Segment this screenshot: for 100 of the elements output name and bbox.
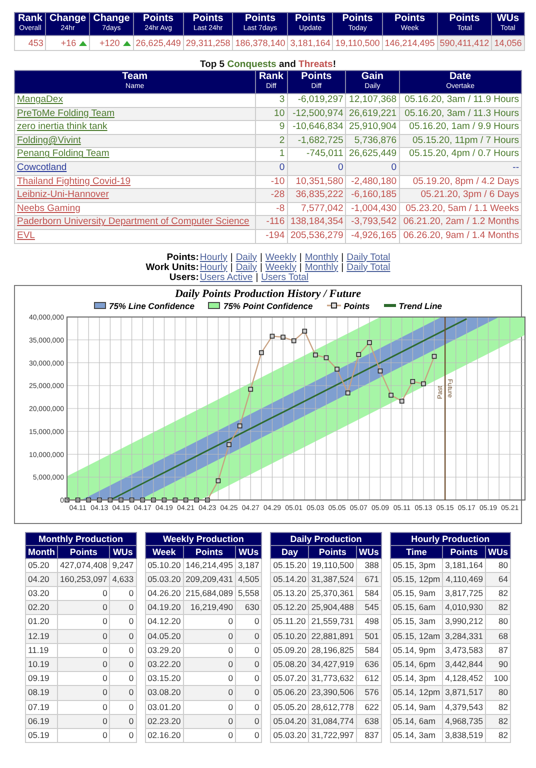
table-cell: 05.03.20: [145, 572, 184, 586]
table-cell: 31,722,997: [308, 728, 356, 743]
table-cell: 1: [255, 148, 288, 162]
table-cell: 22,881,891: [308, 629, 356, 644]
stat-cell: 590,411,412: [437, 36, 492, 50]
table-cell: 31,773,632: [308, 672, 356, 686]
table-cell: 03.20: [26, 586, 58, 601]
table-cell: -3,793,542: [346, 216, 400, 230]
table-cell: 03.15.20: [145, 672, 184, 686]
data-point: [216, 478, 221, 483]
nav-link[interactable]: Daily Total: [346, 252, 390, 263]
table-cell: 05.05.20: [270, 700, 309, 714]
table-cell: 3,473,583: [442, 643, 486, 658]
table-cell: 26,625,449: [346, 148, 400, 162]
nav-link[interactable]: Hourly: [200, 262, 228, 273]
column-header: Day: [270, 545, 309, 558]
table-cell: 0: [183, 728, 236, 743]
link-separator: |: [299, 252, 302, 263]
table-cell: 4,128,452: [442, 672, 486, 686]
table-cell: 26,619,221: [346, 107, 400, 121]
table-cell: -116: [255, 216, 288, 230]
nav-link[interactable]: Users Total: [261, 272, 308, 283]
data-point: [118, 497, 124, 502]
table-cell: 05.15, 6am: [390, 600, 443, 615]
nav-link[interactable]: Daily Total: [346, 262, 390, 273]
data-point: [129, 497, 134, 502]
legend-label: 75% Point Confidence: [223, 300, 313, 311]
table-cell: -10: [255, 175, 288, 189]
data-point: [345, 390, 350, 395]
table-cell: 31,084,774: [308, 714, 356, 728]
column-header: Points: [183, 545, 236, 558]
team-link[interactable]: MangaDex: [17, 94, 63, 105]
table-cell: 28,196,825: [308, 643, 356, 658]
nav-link[interactable]: Monthly: [304, 262, 338, 273]
nav-link[interactable]: Weekly: [265, 262, 296, 273]
table-cell: 0: [183, 657, 236, 672]
nav-link[interactable]: Hourly: [200, 252, 228, 263]
table-cell: 0: [183, 714, 236, 728]
data-point: [108, 497, 113, 502]
data-point: [75, 497, 80, 502]
table-cell: 5,736,876: [346, 134, 400, 148]
table-cell: 05.14.20: [270, 572, 309, 586]
table-cell: 02.23.20: [145, 714, 184, 728]
table-cell: 05.14, 6pm: [390, 657, 443, 672]
data-point: [270, 333, 275, 338]
data-point: [237, 423, 242, 428]
table-cell: 0: [183, 686, 236, 700]
link-group-label: Users:: [168, 272, 200, 283]
table-cell: 05.08.20: [270, 657, 309, 672]
table-cell: 31,387,524: [308, 572, 356, 586]
table-cell: 05.16.20, 3am / 11.9 Hours: [399, 94, 522, 108]
nav-link[interactable]: Users Active: [200, 272, 253, 283]
stat-cell: 29,311,258: [183, 36, 233, 50]
table-cell: 0: [58, 700, 110, 714]
legend-label: 75% Line Confidence: [108, 300, 194, 311]
link-separator: |: [230, 262, 233, 273]
data-point: [183, 497, 188, 502]
column-header: Points: [442, 545, 486, 558]
table-cell: 3,871,517: [442, 686, 486, 700]
team-link[interactable]: EVL: [17, 230, 35, 241]
table-cell: 36,835,222: [287, 188, 346, 202]
table-cell: -4,926,165: [346, 229, 400, 244]
table-cell: 04.20: [26, 572, 58, 586]
data-point: [356, 352, 362, 356]
table-title: Hourly Production: [390, 532, 510, 546]
data-point: [410, 378, 416, 384]
data-point: [97, 497, 102, 502]
nav-link[interactable]: Weekly: [265, 252, 296, 263]
table-cell: 05.10.20: [145, 558, 184, 572]
data-point: [194, 497, 200, 502]
table-cell: 0: [58, 672, 110, 686]
link-group-label: Points:: [166, 252, 200, 263]
link-separator: |: [260, 252, 262, 263]
table-cell: -6,160,185: [346, 188, 400, 202]
table-cell: 05.15.20, 11pm / 7 Hours: [399, 134, 522, 148]
table-cell: 05.15.20, 4pm / 0.7 Hours: [399, 148, 522, 162]
table-cell: 05.19.20, 8pm / 4.2 Days: [399, 175, 522, 189]
table-cell: 0: [58, 643, 110, 658]
table-cell: 03.22.20: [145, 657, 184, 672]
link-separator: |: [230, 252, 233, 263]
data-point: [226, 442, 232, 447]
table-cell: 05.21.20, 3pm / 6 Days: [399, 188, 522, 202]
table-cell: 0: [58, 614, 110, 630]
table-cell: 05.13.20: [270, 586, 309, 601]
table-cell: 0: [183, 672, 236, 686]
table-cell: 09.19: [26, 672, 58, 686]
nav-link[interactable]: Daily: [236, 252, 257, 263]
link-separator: |: [341, 252, 344, 263]
nav-link[interactable]: Daily: [236, 262, 257, 273]
link-separator: |: [299, 262, 302, 273]
nav-link[interactable]: Monthly: [304, 252, 338, 263]
table-cell: 23,390,506: [308, 686, 356, 700]
stat-cell: 453: [14, 36, 46, 50]
table-cell: 3: [255, 94, 288, 108]
team-link[interactable]: Cowcotland: [17, 162, 67, 173]
stat-cell: 3,181,164: [288, 36, 333, 50]
link-group-label: Work Units:: [146, 262, 200, 273]
table-cell: 25,904,488: [308, 600, 356, 615]
chart-title: Daily Points Production History / Future: [174, 288, 362, 301]
stat-cell: 19,110,500: [332, 36, 382, 50]
